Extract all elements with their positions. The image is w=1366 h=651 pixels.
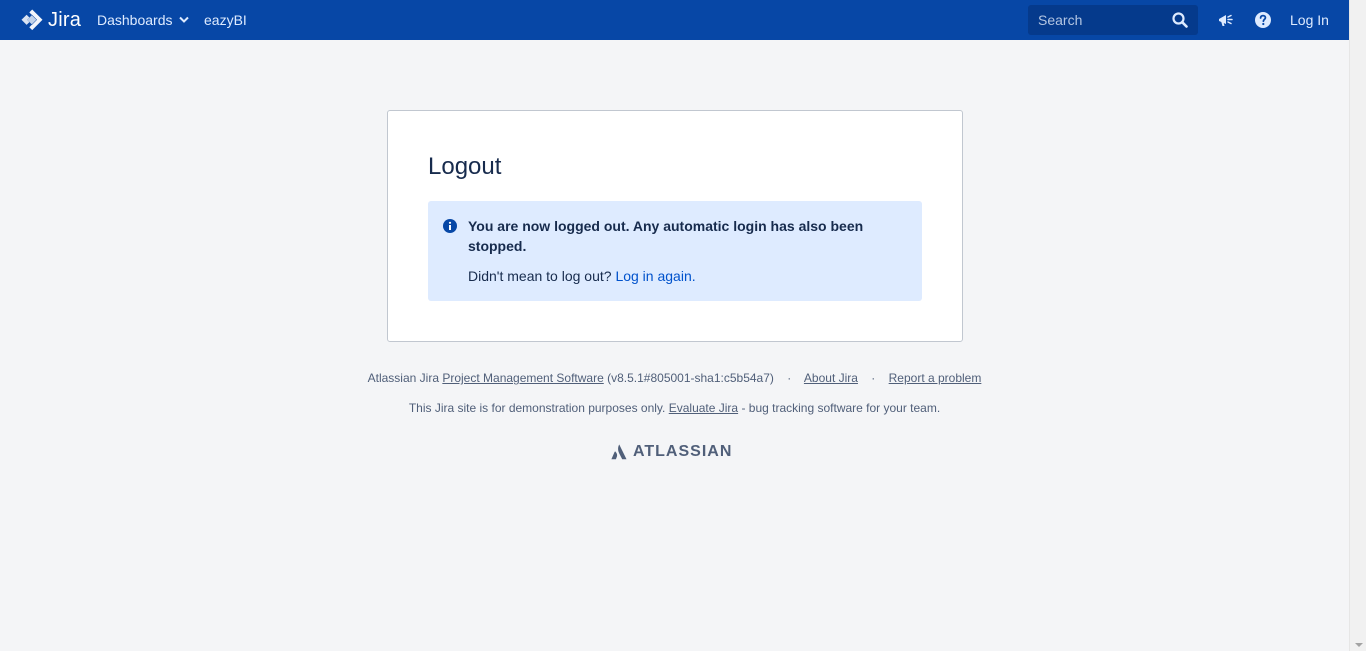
project-management-link[interactable]: Project Management Software xyxy=(442,371,603,385)
info-message: You are now logged out. Any automatic lo… xyxy=(428,201,922,301)
dashboards-label: Dashboards xyxy=(97,12,173,28)
separator: · xyxy=(787,371,792,385)
search-box[interactable] xyxy=(1028,5,1198,35)
jira-logo-icon xyxy=(21,9,43,31)
info-icon xyxy=(443,219,457,238)
top-navigation-bar: Jira Dashboards eazyBI Search Log In xyxy=(0,0,1349,40)
license-prefix: This Jira site is for demonstration purp… xyxy=(408,401,666,415)
chevron-down-icon xyxy=(178,16,189,24)
help-icon[interactable] xyxy=(1254,11,1272,29)
dashboards-menu[interactable]: Dashboards xyxy=(97,0,189,40)
footer-license: This Jira site is for demonstration purp… xyxy=(0,400,1349,416)
version-text: (v8.5.1#805001-sha1:c5b54a7) xyxy=(607,371,774,385)
eazybi-link[interactable]: eazyBI xyxy=(204,0,247,40)
separator: · xyxy=(871,371,876,385)
footer-prefix: Atlassian Jira xyxy=(367,371,439,385)
search-input[interactable] xyxy=(1038,12,1168,28)
page-title: Logout xyxy=(428,153,502,180)
footer-info: Atlassian Jira Project Management Softwa… xyxy=(0,370,1349,386)
eazybi-label: eazyBI xyxy=(204,12,247,28)
jira-home-link[interactable]: Jira xyxy=(21,9,81,31)
about-jira-link[interactable]: About Jira xyxy=(804,371,858,385)
login-again-link[interactable]: Log in again. xyxy=(615,268,695,284)
search-icon[interactable] xyxy=(1172,12,1188,33)
page: Jira Dashboards eazyBI Search Log In Log… xyxy=(0,0,1349,651)
evaluate-jira-link[interactable]: Evaluate Jira xyxy=(669,401,738,415)
logout-message: You are now logged out. Any automatic lo… xyxy=(468,218,864,254)
logout-panel: Logout You are now logged out. Any autom… xyxy=(387,110,963,342)
report-problem-link[interactable]: Report a problem xyxy=(889,371,982,385)
scroll-down-arrow-icon[interactable] xyxy=(1355,643,1363,647)
vertical-scrollbar[interactable] xyxy=(1349,0,1366,651)
atlassian-logo-icon xyxy=(611,444,627,460)
atlassian-wordmark: ATLASSIAN xyxy=(633,443,733,460)
logo-text: Jira xyxy=(48,8,82,31)
login-again-prompt: Didn't mean to log out? Log in again. xyxy=(468,266,696,286)
atlassian-logo[interactable]: ATLASSIAN xyxy=(611,443,732,461)
license-suffix: - bug tracking software for your team. xyxy=(741,401,941,415)
login-link[interactable]: Log In xyxy=(1290,0,1329,40)
megaphone-icon[interactable] xyxy=(1217,11,1235,29)
prompt-text: Didn't mean to log out? xyxy=(468,268,612,284)
